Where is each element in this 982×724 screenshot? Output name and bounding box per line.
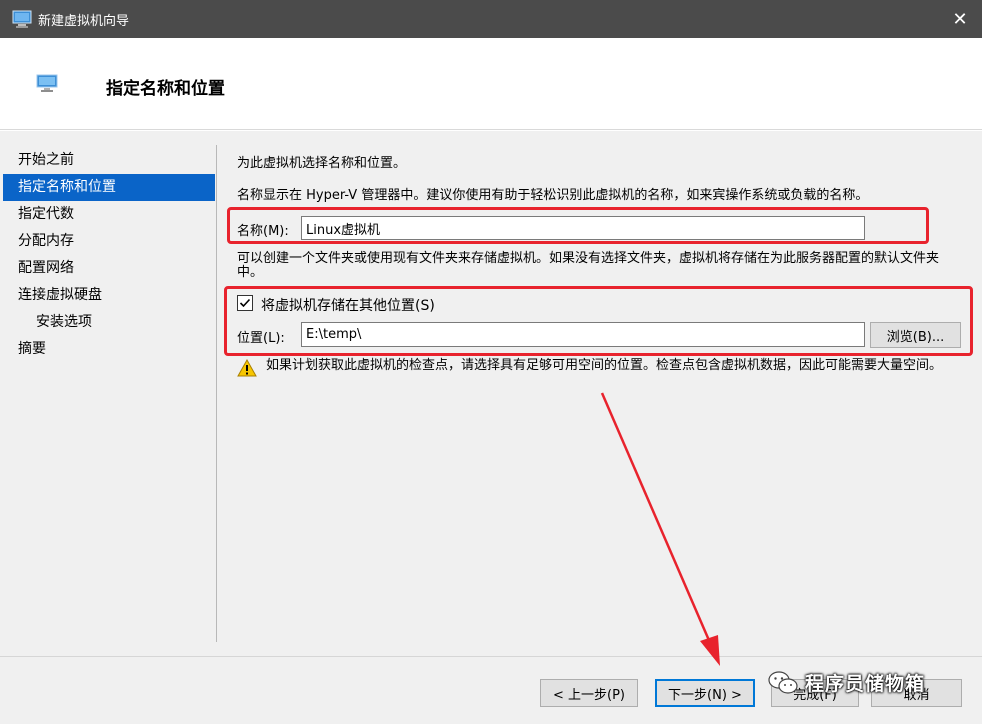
previous-button[interactable]: < 上一步(P)	[540, 679, 638, 707]
window-titlebar: 新建虚拟机向导 ✕	[0, 0, 982, 38]
wizard-banner: 指定名称和位置	[0, 38, 982, 130]
watermark-text: 程序员储物箱	[805, 673, 926, 695]
wizard-steps-nav: 开始之前 指定名称和位置 指定代数 分配内存 配置网络 连接虚拟硬盘 安装选项 …	[3, 147, 215, 363]
nav-item-before-you-begin[interactable]: 开始之前	[3, 147, 215, 174]
wizard-body: 开始之前 指定名称和位置 指定代数 分配内存 配置网络 连接虚拟硬盘 安装选项 …	[0, 131, 982, 656]
nav-item-specify-name-location[interactable]: 指定名称和位置	[3, 174, 215, 201]
page-title: 指定名称和位置	[106, 79, 225, 99]
close-icon[interactable]: ✕	[938, 0, 982, 38]
virtual-machine-icon	[36, 74, 58, 92]
nav-divider	[216, 145, 217, 642]
nav-item-configure-networking[interactable]: 配置网络	[3, 255, 215, 282]
wizard-footer: < 上一步(P) 下一步(N) > 完成(F) 取消 程序员储物箱	[0, 656, 982, 724]
nav-item-summary[interactable]: 摘要	[3, 336, 215, 363]
warning-text: 如果计划获取此虚拟机的检查点，请选择具有足够可用空间的位置。检查点包含虚拟机数据…	[266, 358, 943, 373]
folder-hint-text: 可以创建一个文件夹或使用现有文件夹来存储虚拟机。如果没有选择文件夹，虚拟机将存储…	[237, 251, 940, 280]
nav-item-specify-generation[interactable]: 指定代数	[3, 201, 215, 228]
wechat-icon	[768, 671, 798, 694]
next-button[interactable]: 下一步(N) >	[655, 679, 755, 707]
annotation-box-name	[227, 207, 929, 244]
annotation-box-location	[224, 286, 973, 356]
warning-icon	[237, 359, 257, 377]
nav-item-assign-memory[interactable]: 分配内存	[3, 228, 215, 255]
nav-item-connect-virtual-disk[interactable]: 连接虚拟硬盘	[3, 282, 215, 309]
window-title: 新建虚拟机向导	[38, 14, 130, 29]
name-hint-text: 名称显示在 Hyper-V 管理器中。建议你使用有助于轻松识别此虚拟机的名称，如…	[237, 188, 869, 203]
intro-text: 为此虚拟机选择名称和位置。	[237, 156, 407, 171]
hyper-v-app-icon	[12, 10, 32, 28]
nav-item-installation-options[interactable]: 安装选项	[3, 309, 215, 336]
